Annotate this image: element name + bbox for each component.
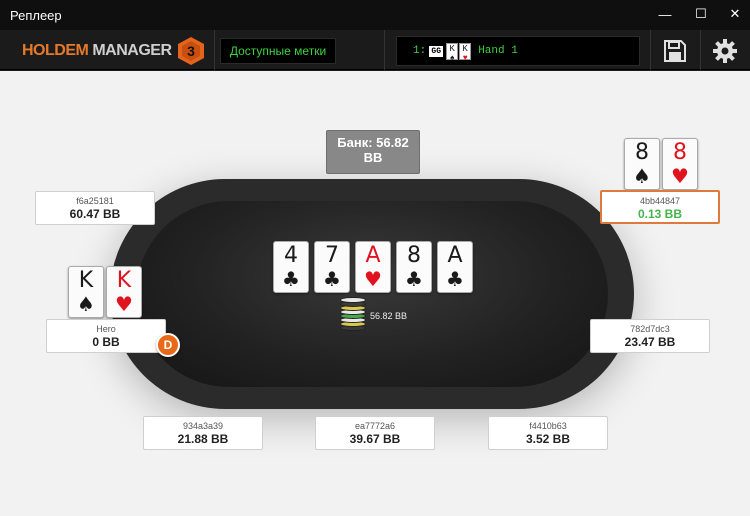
pot-label: Банк: 56.82 BB [337, 135, 409, 165]
svg-text:3: 3 [187, 43, 195, 59]
poker-table-felt [136, 201, 608, 387]
player-stack: 0.13 BB [637, 207, 683, 221]
window-title: Реплеер [10, 8, 62, 23]
player-stack: 39.67 BB [349, 432, 401, 446]
player-name: ea7772a6 [354, 421, 396, 431]
player-stack: 3.52 BB [525, 432, 571, 446]
hand-label: Hand 1 [478, 45, 518, 57]
toolbar-divider [214, 30, 215, 70]
board-card: 4 ♣ [273, 241, 309, 293]
player-stack: 60.47 BB [69, 207, 121, 221]
minimize-button[interactable]: — [654, 4, 676, 24]
replayer-window: Реплеер — ☐ ✕ HOLDEM MANAGER 3 Доступные… [0, 0, 750, 516]
hole-card: K ♥ [106, 266, 142, 318]
toolbar-divider [700, 30, 701, 70]
replayer-canvas: Банк: 56.82 BB 4 ♣ 7 ♣ A ♥ 8 ♣ A ♣ 56.82… [0, 71, 750, 508]
player-name: 782d7dc3 [630, 324, 670, 334]
player-stack: 21.88 BB [177, 432, 229, 446]
settings-button[interactable] [710, 36, 740, 66]
bottom-strip [0, 508, 750, 516]
board-card: 7 ♣ [314, 241, 350, 293]
player-stack: 0 BB [92, 335, 120, 349]
toolbar: HOLDEM MANAGER 3 Доступные метки 1: GG K… [0, 30, 750, 70]
player-name: 934a3a39 [182, 421, 224, 431]
seat-ea7772a6[interactable]: ea7772a6 39.67 BB [315, 416, 435, 450]
player-name: f6a25181 [76, 196, 114, 206]
pot-chips-stack [340, 293, 366, 331]
hole-card: 8 ♠ [624, 138, 660, 190]
seat-hero[interactable]: Hero 0 BB [46, 319, 166, 353]
available-tags-box[interactable]: Доступные метки [220, 38, 336, 64]
dealer-button: D [156, 333, 180, 357]
pot-chips-amount: 56.82 BB [370, 311, 408, 321]
toolbar-divider [650, 30, 651, 70]
holdem-manager-logo: HOLDEM MANAGER 3 [22, 36, 206, 66]
maximize-button[interactable]: ☐ [690, 4, 712, 24]
board-card: A ♥ [355, 241, 391, 293]
hand-selector[interactable]: 1: GG K ♠ K ♥ Hand 1 [396, 36, 640, 66]
save-button[interactable] [660, 36, 690, 66]
seat-4bb44847[interactable]: 4bb44847 0.13 BB [600, 190, 720, 224]
hm3-hexagon-icon: 3 [177, 37, 204, 65]
hole-card: 8 ♥ [662, 138, 698, 190]
board-card: 8 ♣ [396, 241, 432, 293]
hand-index: 1: [413, 45, 427, 57]
title-bar: Реплеер — ☐ ✕ [0, 0, 750, 30]
board-card: A ♣ [437, 241, 473, 293]
player-stack: 23.47 BB [624, 335, 676, 349]
close-button[interactable]: ✕ [724, 4, 746, 24]
gear-icon [713, 39, 737, 63]
pot-box: Банк: 56.82 BB [326, 130, 420, 174]
seat-782d7dc3[interactable]: 782d7dc3 23.47 BB [590, 319, 710, 353]
seat-f6a25181[interactable]: f6a25181 60.47 BB [35, 191, 155, 225]
seat-f4410b63[interactable]: f4410b63 3.52 BB [488, 416, 608, 450]
floppy-disk-icon [664, 40, 686, 62]
hand-card: K ♥ [459, 42, 472, 62]
hand-card: K ♠ [446, 42, 459, 62]
player-name: Hero [96, 324, 116, 334]
seat-934a3a39[interactable]: 934a3a39 21.88 BB [143, 416, 263, 450]
site-gg-icon: GG [429, 45, 444, 57]
hole-card: K ♠ [68, 266, 104, 318]
toolbar-divider [384, 30, 385, 70]
player-name: f4410b63 [529, 421, 567, 431]
player-name: 4bb44847 [639, 196, 681, 206]
